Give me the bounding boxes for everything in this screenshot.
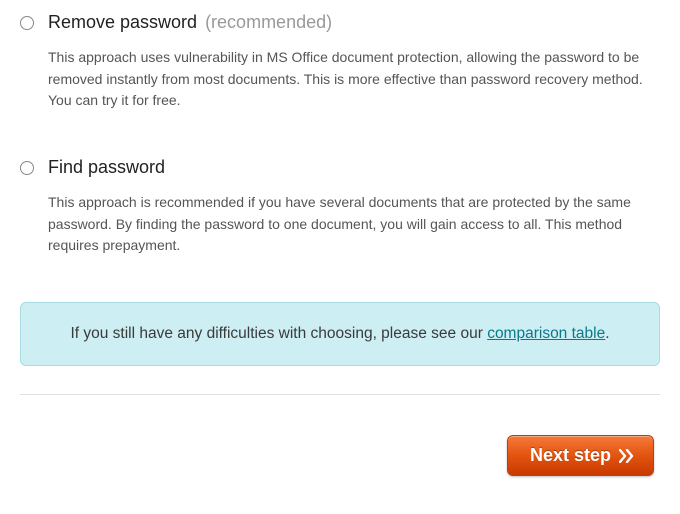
comparison-table-link[interactable]: comparison table bbox=[487, 325, 605, 342]
info-prefix: If you still have any difficulties with … bbox=[70, 325, 487, 342]
option-description: This approach is recommended if you have… bbox=[48, 192, 660, 257]
info-box: If you still have any difficulties with … bbox=[20, 302, 660, 366]
option-remove-password: Remove password (recommended) This appro… bbox=[20, 12, 660, 112]
next-step-label: Next step bbox=[530, 445, 611, 466]
option-header: Find password bbox=[20, 157, 660, 178]
info-text: If you still have any difficulties with … bbox=[70, 325, 609, 342]
button-row: Next step bbox=[20, 435, 660, 476]
chevron-right-icon bbox=[619, 449, 635, 463]
next-step-button[interactable]: Next step bbox=[507, 435, 654, 476]
option-find-password: Find password This approach is recommend… bbox=[20, 157, 660, 257]
radio-remove-password[interactable] bbox=[20, 16, 34, 30]
option-description: This approach uses vulnerability in MS O… bbox=[48, 47, 660, 112]
recommended-badge: (recommended) bbox=[205, 12, 332, 33]
radio-find-password[interactable] bbox=[20, 161, 34, 175]
info-suffix: . bbox=[605, 325, 609, 342]
option-header: Remove password (recommended) bbox=[20, 12, 660, 33]
option-title: Remove password bbox=[48, 12, 197, 33]
option-title: Find password bbox=[48, 157, 165, 178]
divider bbox=[20, 394, 660, 395]
